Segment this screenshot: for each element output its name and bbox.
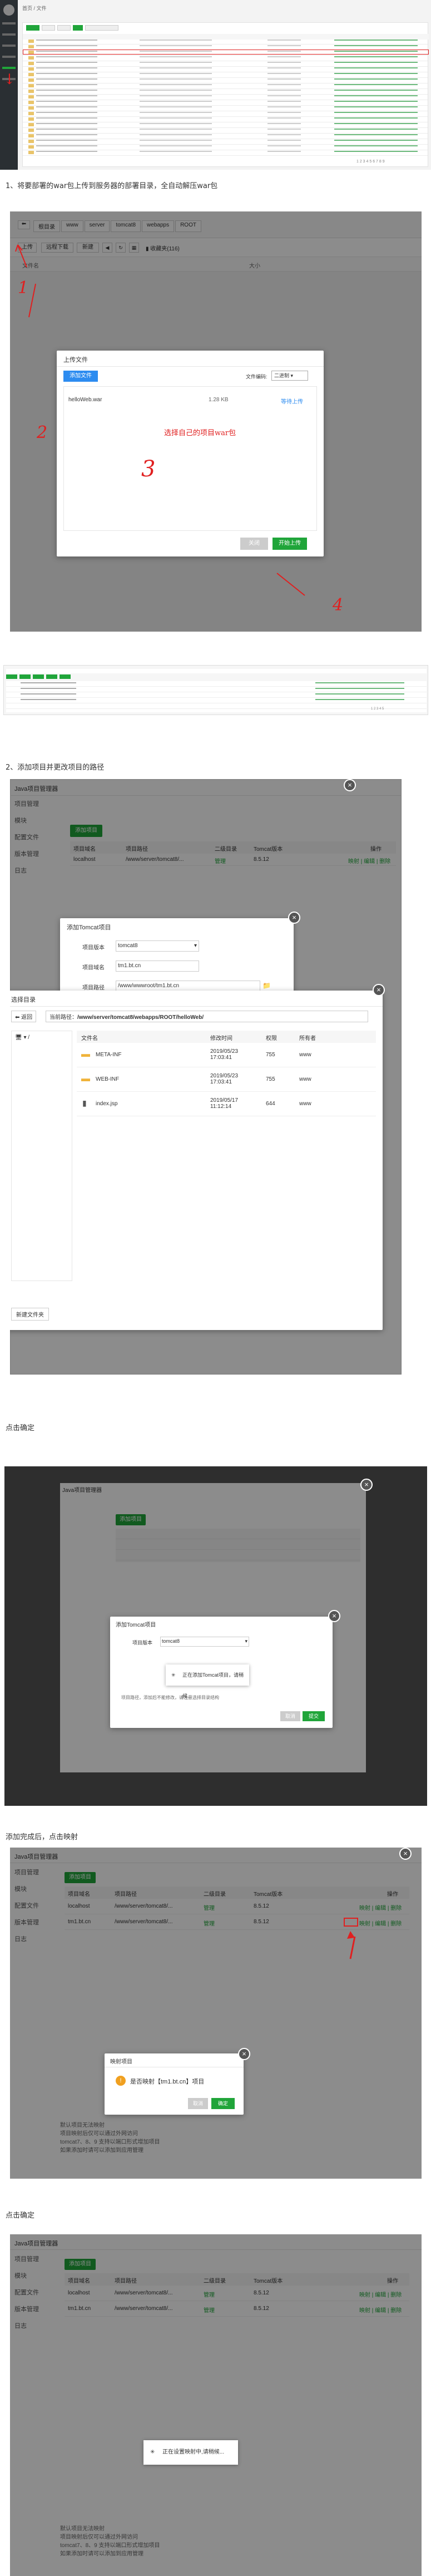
top-tab-home[interactable]: 首页 <box>22 6 32 11</box>
version-label: 项目版本 <box>82 945 105 951</box>
dir-dialog-close-icon[interactable]: × <box>373 984 385 996</box>
mapping-loading-toast: ✳ 正在设置映射中,请稍候... <box>143 2440 238 2465</box>
dir-item-time: 2019/05/23 17:03:41 <box>210 1073 239 1085</box>
map-dialog-close-icon[interactable]: × <box>238 2048 250 2060</box>
caption-after-add: 添加完成后，点击映射 <box>6 1833 78 1841</box>
file-table: 1 2 3 4 5 6 7 8 9 <box>22 22 429 167</box>
spinner-icon: ✳ <box>171 1672 176 1678</box>
screenshot-upload: ⬅ 根目录 www server tomcat8 webapps ROOT 上传… <box>10 211 422 632</box>
version-label-2: 项目版本 <box>132 1640 153 1646</box>
dir-col-perm: 权限 <box>266 1036 277 1042</box>
dir-item-perm: 755 <box>266 1076 275 1082</box>
loading-toast: ✳ 正在添加Tomcat项目，请稍候... <box>166 1664 249 1699</box>
upload-button[interactable] <box>26 25 39 31</box>
screenshot-adding: Java项目管理器 添加项目 × 添加Tomcat项目 项目版本 tomcat8… <box>4 1466 427 1806</box>
annotation-arrow: ↓ <box>3 71 16 88</box>
dir-back-button[interactable]: ⬅ 返回 <box>11 1011 37 1022</box>
pagination-2[interactable]: 1 2 3 4 5 <box>371 707 384 711</box>
dir-item-owner: www <box>299 1052 311 1058</box>
folder-icon: ▬ <box>81 1050 90 1059</box>
dir-item-owner: www <box>299 1076 311 1082</box>
dir-col-name: 文件名 <box>81 1036 98 1042</box>
map-dialog-title: 映射项目 <box>110 2059 132 2065</box>
caption-confirm-1: 点击确定 <box>6 1424 35 1432</box>
add-tomcat-dialog-2: 添加Tomcat项目 项目版本 tomcat8 ▾ ✳ 正在添加Tomcat项目，请… <box>110 1617 333 1728</box>
path-label: 项目路径 <box>82 985 105 991</box>
add-dialog-note: 项目路径，添加后不能修改，请注意选择目录结构 <box>121 1695 219 1700</box>
current-path-value: /www/server/tomcat8/webapps/ROOT/helloWe… <box>77 1014 204 1021</box>
current-path-label: 当前路径： <box>49 1014 77 1021</box>
caption-confirm-2: 点击确定 <box>6 2211 35 2220</box>
caption-step1: 1、将要部署的war包上传到服务器的部署目录，全自动解压war包 <box>6 182 218 190</box>
domain-input[interactable]: tm1.bt.cn <box>116 961 199 972</box>
spinner-icon: ✳ <box>150 2449 155 2455</box>
version-value-2: tomcat8 <box>162 1638 180 1644</box>
dir-item-name: WEB-INF <box>96 1076 120 1082</box>
dir-item-time: 2019/05/23 17:03:41 <box>210 1048 239 1061</box>
path-input[interactable]: /www/wwwroot/tm1.bt.cn <box>116 981 260 992</box>
close-icon[interactable]: × <box>344 779 356 791</box>
dir-row[interactable]: ▬ META-INF 2019/05/23 17:03:41 755 www <box>77 1043 376 1067</box>
warning-icon: ! <box>116 2076 126 2086</box>
dir-col-owner: 所有者 <box>299 1036 316 1042</box>
version-value: tomcat8 <box>118 943 138 949</box>
add-dialog-title-2: 添加Tomcat项目 <box>116 1622 156 1628</box>
dir-item-owner: www <box>299 1101 311 1107</box>
annotation-arrows-2 <box>121 1931 356 2115</box>
screenshot-mapping-loading: Java项目管理器 项目管理 模块 配置文件 版本管理 日志 添加项目 项目域名… <box>10 2234 422 2576</box>
avatar <box>3 4 14 16</box>
close-icon[interactable]: × <box>360 1479 373 1491</box>
dir-item-perm: 644 <box>266 1101 275 1107</box>
loading-text: 正在设置映射中,请稍候... <box>162 2449 225 2455</box>
dir-item-perm: 755 <box>266 1052 275 1058</box>
screenshot-add-project: Java项目管理器 项目管理 模块 配置文件 版本管理 日志 添加项目 项目域名… <box>10 779 402 1375</box>
add-dialog-close-icon-2[interactable]: × <box>328 1610 340 1622</box>
submit-button[interactable]: 提交 <box>303 1711 325 1721</box>
dir-item-name: META-INF <box>96 1052 122 1058</box>
dir-row[interactable]: ▮ index.jsp 2019/05/17 11:12:14 644 www <box>77 1092 376 1116</box>
tree-root-label: / <box>28 1035 30 1041</box>
new-folder-button[interactable]: 新建文件夹 <box>11 1308 49 1321</box>
dir-row[interactable]: ▬ WEB-INF 2019/05/23 17:03:41 755 www <box>77 1067 376 1092</box>
domain-label: 项目域名 <box>82 965 105 971</box>
tree-root[interactable]: 🖥 ▾ / <box>15 1035 29 1041</box>
folder-icon: ▬ <box>81 1074 90 1083</box>
screenshot-mapping: Java项目管理器 项目管理 模块 配置文件 版本管理 日志 添加项目 项目域名… <box>10 1848 422 2179</box>
dir-tree: 🖥 ▾ / <box>11 1031 72 1281</box>
pagination[interactable]: 1 2 3 4 5 6 7 8 9 <box>356 160 385 164</box>
map-confirm-button[interactable]: 确定 <box>211 2098 235 2109</box>
dir-col-time: 修改时间 <box>210 1036 232 1042</box>
choose-dir-dialog: 选择目录 ⬅ 返回 当前路径：/www/server/tomcat8/webap… <box>10 991 383 1330</box>
current-path: 当前路径：/www/server/tomcat8/webapps/ROOT/he… <box>46 1011 368 1022</box>
add-dialog-close-icon[interactable]: × <box>288 912 300 924</box>
top-tab-files[interactable]: 文件 <box>37 6 47 11</box>
add-dialog-title: 添加Tomcat项目 <box>67 924 111 931</box>
annotation-arrows <box>15 244 305 596</box>
screenshot-file-list: 首页 / 文件 1 2 3 4 5 6 7 8 9 ↓ <box>0 0 431 170</box>
dir-item-name: index.jsp <box>96 1101 118 1107</box>
caption-step2: 2、添加项目并更改项目的路径 <box>6 764 105 772</box>
map-cancel-button[interactable]: 取消 <box>188 2098 208 2109</box>
map-dialog: 映射项目 ! 是否映射【tm1.bt.cn】项目 取消 确定 <box>105 2053 244 2115</box>
folder-icon[interactable]: 📁 <box>262 982 271 989</box>
map-question: 是否映射【tm1.bt.cn】项目 <box>130 2078 205 2085</box>
version-select-2[interactable]: tomcat8 ▾ <box>160 1637 249 1647</box>
dir-dialog-title: 选择目录 <box>11 997 36 1003</box>
screenshot-file-list-2: 1 2 3 4 5 <box>3 665 428 715</box>
version-select[interactable]: tomcat8 ▾ <box>116 940 199 952</box>
cancel-button[interactable]: 取消 <box>280 1711 300 1721</box>
dir-back-label: 返回 <box>21 1014 33 1021</box>
dir-item-time: 2019/05/17 11:12:14 <box>210 1097 239 1110</box>
file-icon: ▮ <box>82 1099 87 1107</box>
